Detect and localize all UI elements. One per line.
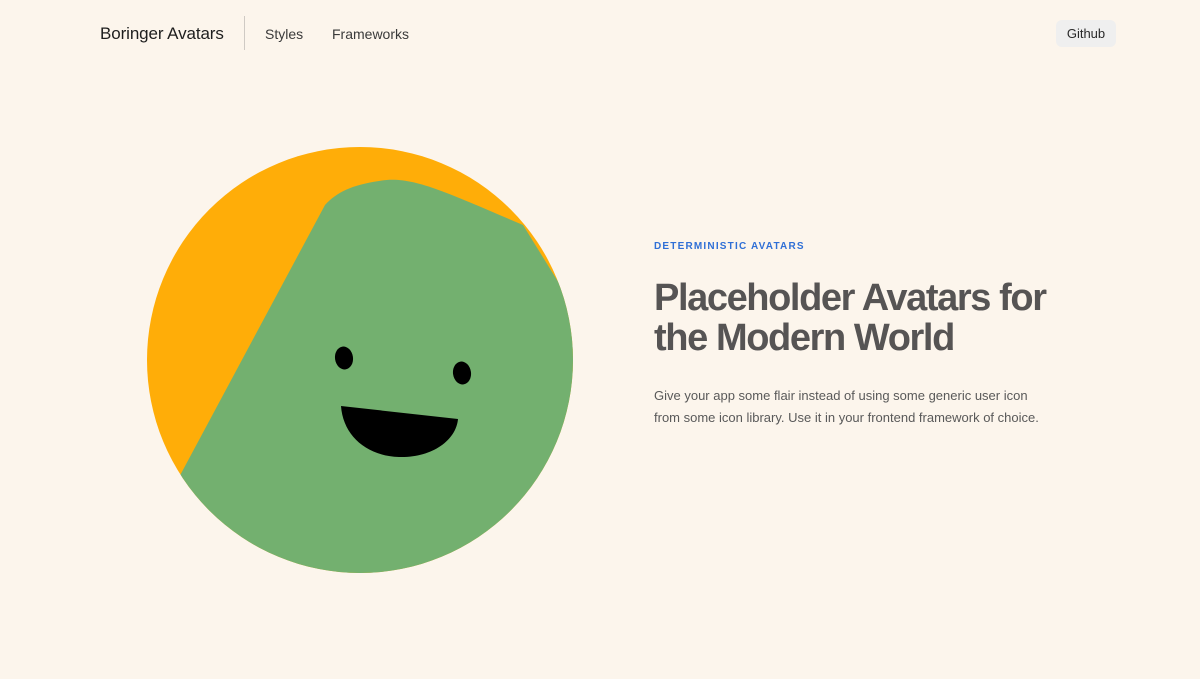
github-button[interactable]: Github [1056, 20, 1116, 47]
avatar-illustration [147, 147, 573, 573]
hero-description: Give your app some flair instead of usin… [654, 388, 1039, 425]
brand-link[interactable]: Boringer Avatars [100, 23, 224, 45]
nav-link-frameworks[interactable]: Frameworks [332, 25, 409, 43]
hero-avatar [147, 147, 573, 573]
hero-title: Placeholder Avatars for the Modern World [654, 277, 1047, 359]
hero-text: DETERMINISTIC AVATARS Placeholder Avatar… [654, 240, 1074, 429]
nav-link-styles[interactable]: Styles [265, 25, 303, 43]
nav-divider [244, 16, 245, 50]
hero-eyebrow: DETERMINISTIC AVATARS [654, 241, 805, 252]
top-nav: Boringer Avatars Styles Frameworks Githu… [0, 0, 1200, 68]
